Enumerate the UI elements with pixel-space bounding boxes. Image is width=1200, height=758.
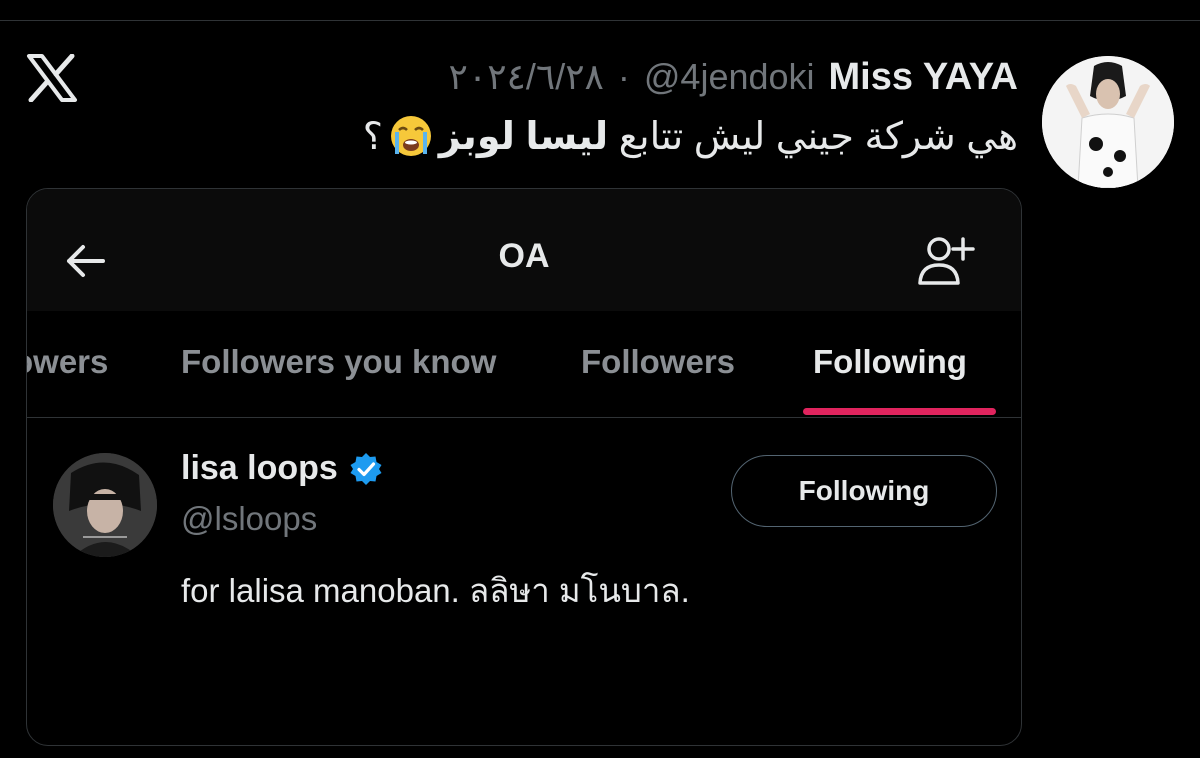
user-name[interactable]: lisa loops	[181, 449, 338, 488]
tweet-text-suffix: ؟	[362, 115, 383, 158]
tweet-text-prefix: هي شركة جيني ليش تتابع	[618, 115, 1018, 158]
user-avatar[interactable]	[53, 453, 157, 557]
tweet-date[interactable]: ٢٠٢٤/٦/٢٨	[449, 56, 604, 98]
loudly-crying-face-icon	[389, 114, 433, 158]
user-handle[interactable]: @lsloops	[181, 500, 317, 538]
card-title: OA	[498, 237, 550, 275]
tab-followers-you-know[interactable]: Followers you know	[181, 343, 496, 381]
add-user-icon[interactable]	[917, 233, 975, 287]
following-button[interactable]: Following	[731, 455, 997, 527]
author-avatar[interactable]	[1042, 56, 1174, 188]
author-name[interactable]: Miss YAYA	[829, 56, 1018, 99]
tab-followers-truncated[interactable]: owers	[27, 343, 108, 381]
user-name-row: lisa loops	[181, 449, 384, 488]
user-bio: for lalisa manoban. ลลิษา มโนบาล.	[181, 572, 690, 609]
x-logo-icon[interactable]	[26, 53, 78, 103]
verified-badge-icon	[348, 451, 384, 487]
active-tab-indicator	[803, 408, 996, 415]
separator: ·	[617, 56, 630, 97]
embedded-screenshot-card[interactable]: OA owers Followers you know Followers Fo…	[26, 188, 1022, 746]
tab-followers[interactable]: Followers	[581, 343, 735, 381]
tweet-header: ٢٠٢٤/٦/٢٨ · @4jendoki Miss YAYA	[449, 52, 1018, 102]
tabs-row: owers Followers you know Followers Follo…	[27, 313, 1021, 418]
tab-following[interactable]: Following	[813, 343, 967, 381]
top-divider	[0, 20, 1200, 21]
tweet-text-bold: ليسا لوبز	[438, 115, 609, 158]
tweet-text: هي شركة جيني ليش تتابع ليسا لوبز ؟	[363, 108, 1018, 164]
author-handle[interactable]: @4jendoki	[644, 56, 815, 98]
